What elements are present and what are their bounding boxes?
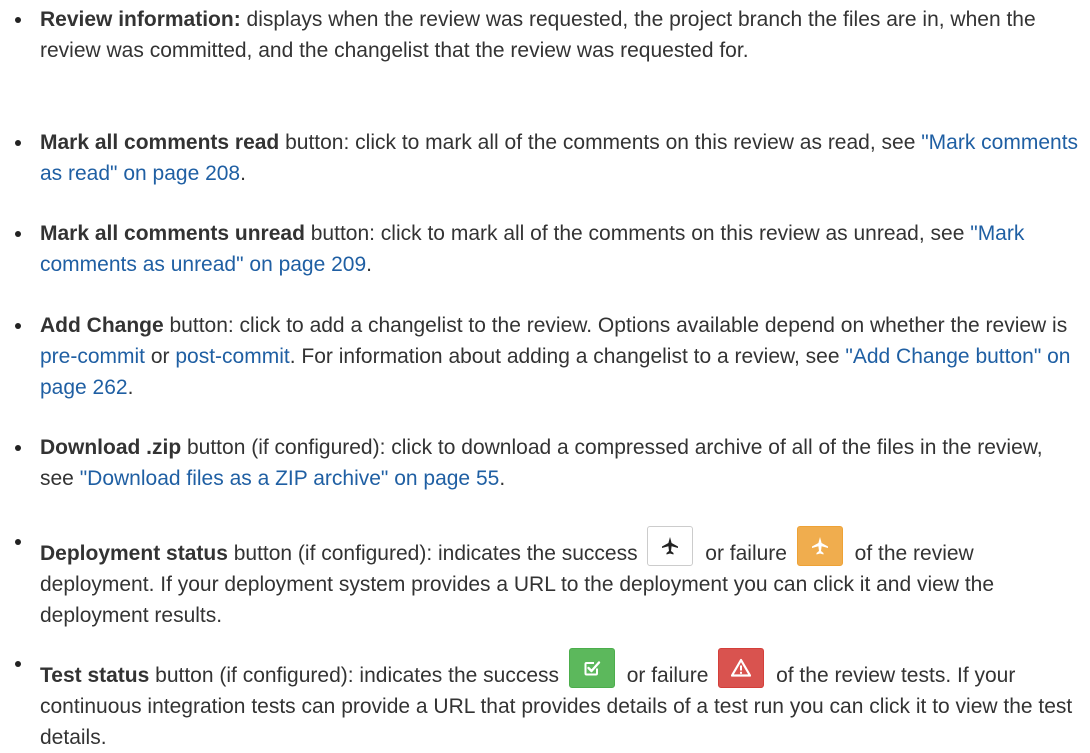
connector-text: or: [145, 345, 176, 368]
bullet: [15, 539, 21, 545]
link-post-commit[interactable]: post-commit: [175, 345, 289, 368]
bullet: [15, 140, 21, 146]
test-failure-button: [718, 648, 765, 688]
list-item-mark-unread: Mark all comments unread button: click t…: [15, 218, 1080, 280]
bullet: [15, 323, 21, 329]
bullet: [15, 445, 21, 451]
term: Mark all comments unread: [40, 222, 305, 245]
test-success-button: [568, 648, 615, 688]
list-item-download-zip: Download .zip button (if configured): cl…: [15, 432, 1080, 494]
deploy-success-button: [647, 526, 694, 566]
deploy-failure-button: [796, 526, 843, 566]
punctuation: .: [366, 253, 373, 276]
link-pre-commit[interactable]: pre-commit: [40, 345, 145, 368]
connector-text: or failure: [699, 542, 793, 565]
description: button: click to mark all of the comment…: [304, 222, 971, 245]
bullet: [15, 17, 21, 23]
punctuation: .: [499, 467, 506, 490]
list-item-deployment-status: Deployment status button (if configured)…: [15, 526, 1080, 631]
list-item-review-information: Review information: displays when the re…: [15, 4, 1080, 66]
warning-icon: [731, 658, 752, 677]
check-square-icon: [584, 661, 601, 676]
list-item-mark-read: Mark all comments read button: click to …: [15, 127, 1080, 189]
description: button: click to add a changelist to the…: [163, 314, 1068, 337]
term: Download .zip: [40, 436, 182, 459]
punctuation: .: [127, 376, 134, 399]
link-download-files-zip[interactable]: "Download files as a ZIP archive" on pag…: [80, 467, 500, 490]
list-item-add-change: Add Change button: click to add a change…: [15, 310, 1080, 403]
connector-text: or failure: [620, 664, 715, 687]
description: button (if configured): indicates the su…: [149, 664, 565, 687]
bullet: [15, 661, 21, 667]
list-item-test-status: Test status button (if configured): indi…: [15, 648, 1080, 753]
description-cont: . For information about adding a changel…: [289, 345, 846, 368]
bullet: [15, 231, 21, 237]
description: button: click to mark all of the comment…: [279, 131, 922, 154]
term: Add Change: [40, 314, 164, 337]
airplane-icon: [662, 537, 679, 555]
airplane-icon: [811, 537, 828, 555]
term: Test status: [40, 664, 150, 687]
punctuation: .: [240, 162, 246, 185]
term: Mark all comments read: [40, 131, 280, 154]
term: Review information:: [40, 8, 241, 31]
term: Deployment status: [40, 542, 228, 565]
description: button (if configured): indicates the su…: [227, 542, 644, 565]
